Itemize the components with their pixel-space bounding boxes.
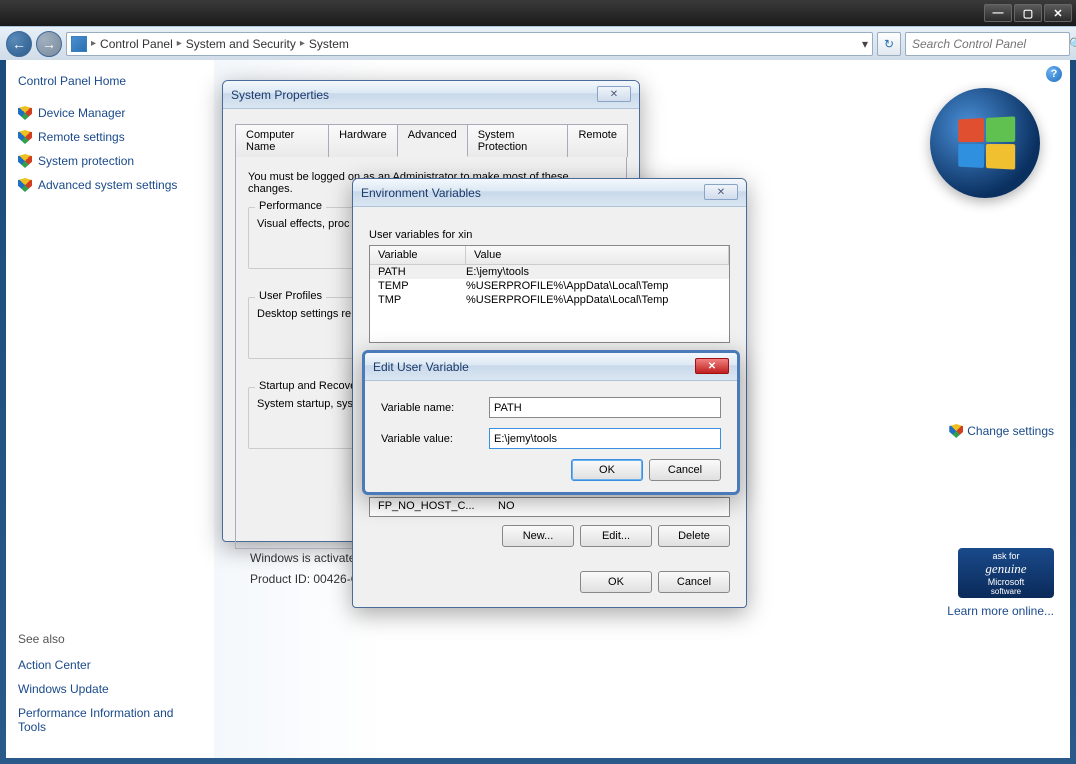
learn-more-online-link[interactable]: Learn more online... xyxy=(947,604,1054,618)
column-variable[interactable]: Variable xyxy=(370,246,466,264)
see-also-header: See also xyxy=(18,632,202,646)
user-variables-label: User variables for xin xyxy=(369,229,730,241)
sidebar-item-label: Device Manager xyxy=(38,106,125,120)
breadcrumb[interactable]: ▸ Control Panel ▸ System and Security ▸ … xyxy=(66,32,873,56)
user-var-row[interactable]: TEMP%USERPROFILE%\AppData\Local\Temp xyxy=(370,279,729,293)
search-input[interactable] xyxy=(912,37,1069,51)
dialog-close-button[interactable]: ✕ xyxy=(597,86,631,102)
sidebar-item-system-protection[interactable]: System protection xyxy=(18,154,202,168)
change-settings-link[interactable]: Change settings xyxy=(949,424,1054,438)
change-settings-label: Change settings xyxy=(967,424,1054,438)
dialog-close-button[interactable]: ✕ xyxy=(704,184,738,200)
delete-button[interactable]: Delete xyxy=(658,525,730,547)
shield-icon xyxy=(18,178,32,192)
genuine-microsoft-badge[interactable]: ask for genuine Microsoft software xyxy=(958,548,1054,598)
genuine-ask-for: ask for xyxy=(992,551,1019,561)
tab-advanced[interactable]: Advanced xyxy=(397,124,468,157)
shield-icon xyxy=(18,130,32,144)
dialog-title[interactable]: Edit User Variable xyxy=(365,353,737,381)
arrow-right-icon: → xyxy=(42,36,56,52)
see-also-performance-info[interactable]: Performance Information and Tools xyxy=(18,706,188,734)
list-header: Variable Value xyxy=(370,246,729,265)
sidebar-item-label: Advanced system settings xyxy=(38,178,177,192)
minimize-button[interactable]: — xyxy=(984,4,1012,22)
sys-var-value: NO xyxy=(498,500,515,514)
variable-value-input[interactable] xyxy=(489,428,721,449)
variable-name-label: Variable name: xyxy=(381,402,489,414)
sys-var-name: FP_NO_HOST_C... xyxy=(378,500,498,514)
variable-value-label: Variable value: xyxy=(381,433,489,445)
sidebar-item-remote-settings[interactable]: Remote settings xyxy=(18,130,202,144)
column-value[interactable]: Value xyxy=(466,246,729,264)
breadcrumb-item[interactable]: Control Panel xyxy=(100,37,173,51)
sidebar-item-label: System protection xyxy=(38,154,134,168)
help-icon[interactable]: ? xyxy=(1046,66,1062,82)
chevron-right-icon: ▸ xyxy=(300,38,305,49)
system-vars-button-row: New... Edit... Delete xyxy=(369,525,730,547)
genuine-microsoft: Microsoft xyxy=(988,577,1025,587)
sidebar-item-label: Remote settings xyxy=(38,130,125,144)
see-also-windows-update[interactable]: Windows Update xyxy=(18,682,202,696)
window-titlebar: — ▢ ✕ xyxy=(0,0,1076,26)
user-var-row[interactable]: PATHE:\jemy\tools xyxy=(370,265,729,279)
system-variables-list[interactable]: FP_NO_HOST_C... NO xyxy=(369,497,730,517)
breadcrumb-item[interactable]: System and Security xyxy=(186,37,296,51)
nav-back-button[interactable]: ← xyxy=(6,31,32,57)
shield-icon xyxy=(949,424,963,438)
navigation-bar: ← → ▸ Control Panel ▸ System and Securit… xyxy=(0,26,1076,60)
arrow-left-icon: ← xyxy=(12,36,26,52)
shield-icon xyxy=(18,154,32,168)
sidebar-item-device-manager[interactable]: Device Manager xyxy=(18,106,202,120)
dialog-close-button[interactable]: ✕ xyxy=(695,358,729,374)
user-var-row[interactable]: TMP%USERPROFILE%\AppData\Local\Temp xyxy=(370,293,729,307)
startup-recovery-label: Startup and Recove xyxy=(255,380,360,392)
genuine-label: genuine xyxy=(985,561,1026,577)
chevron-right-icon: ▸ xyxy=(91,38,96,49)
cancel-button[interactable]: Cancel xyxy=(649,459,721,481)
dialog-title[interactable]: System Properties xyxy=(223,81,639,109)
tab-remote[interactable]: Remote xyxy=(567,124,628,157)
user-variables-list[interactable]: Variable Value PATHE:\jemy\tools TEMP%US… xyxy=(369,245,730,343)
refresh-button[interactable]: ↻ xyxy=(877,32,901,56)
sidebar-item-advanced-system-settings[interactable]: Advanced system settings xyxy=(18,178,202,192)
breadcrumb-dropdown[interactable]: ▾ xyxy=(862,37,868,51)
chevron-right-icon: ▸ xyxy=(177,38,182,49)
control-panel-home-link[interactable]: Control Panel Home xyxy=(18,74,202,88)
genuine-software: software xyxy=(991,587,1021,596)
variable-name-input[interactable] xyxy=(489,397,721,418)
tab-computer-name[interactable]: Computer Name xyxy=(235,124,329,157)
tab-system-protection[interactable]: System Protection xyxy=(467,124,569,157)
maximize-button[interactable]: ▢ xyxy=(1014,4,1042,22)
dialog-title[interactable]: Environment Variables xyxy=(353,179,746,207)
edit-user-variable-dialog: Edit User Variable ✕ Variable name: Vari… xyxy=(362,350,740,495)
ok-button[interactable]: OK xyxy=(571,459,643,481)
ok-button[interactable]: OK xyxy=(580,571,652,593)
new-button[interactable]: New... xyxy=(502,525,574,547)
refresh-icon: ↻ xyxy=(884,37,894,51)
performance-label: Performance xyxy=(255,200,326,212)
windows-logo xyxy=(930,88,1040,198)
tab-hardware[interactable]: Hardware xyxy=(328,124,398,157)
dialog-button-row: OK Cancel xyxy=(369,571,730,593)
system-properties-tabs: Computer Name Hardware Advanced System P… xyxy=(235,123,627,157)
control-panel-icon xyxy=(71,36,87,52)
cancel-button[interactable]: Cancel xyxy=(658,571,730,593)
edit-button[interactable]: Edit... xyxy=(580,525,652,547)
search-icon: 🔍 xyxy=(1069,37,1076,51)
breadcrumb-item[interactable]: System xyxy=(309,37,349,51)
nav-forward-button[interactable]: → xyxy=(36,31,62,57)
shield-icon xyxy=(18,106,32,120)
see-also-action-center[interactable]: Action Center xyxy=(18,658,202,672)
close-button[interactable]: ✕ xyxy=(1044,4,1072,22)
sidebar: Control Panel Home Device Manager Remote… xyxy=(6,60,214,758)
user-profiles-label: User Profiles xyxy=(255,290,326,302)
search-input-container[interactable]: 🔍 xyxy=(905,32,1070,56)
